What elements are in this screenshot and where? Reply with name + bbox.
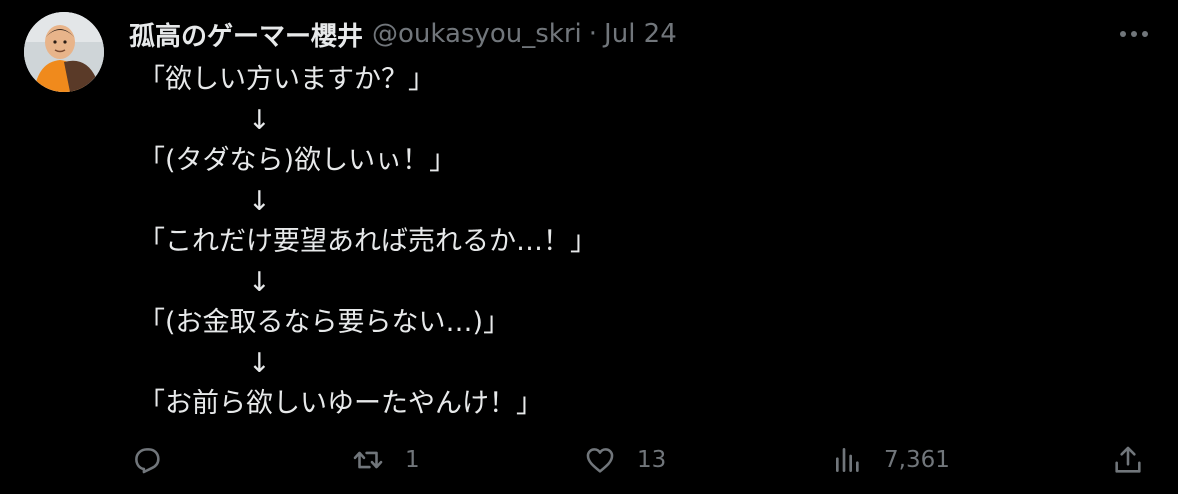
views-count: 7,361: [884, 447, 950, 473]
tweet-timestamp[interactable]: Jul 24: [604, 19, 677, 49]
tweet-line: 「(お金取るなら要らない…)」: [138, 307, 511, 338]
tweet-line-arrow: ↓: [248, 266, 271, 298]
share-icon: [1115, 446, 1141, 473]
retweet-count: 1: [405, 447, 420, 473]
author-display-name[interactable]: 孤高のゲーマー櫻井: [129, 16, 363, 53]
like-count: 13: [637, 447, 667, 473]
views-button[interactable]: 7,361: [832, 440, 950, 480]
tweet-line: 「欲しい方いますか？」: [138, 64, 435, 95]
tweet-header: 孤高のゲーマー櫻井 @oukasyou_skri · Jul 24: [129, 14, 677, 54]
more-horizontal-icon: [1120, 31, 1148, 37]
heart-icon: [586, 448, 614, 473]
avatar[interactable]: [24, 12, 104, 92]
views-icon: [836, 448, 859, 472]
like-button[interactable]: 13: [583, 440, 666, 480]
reply-icon: [135, 448, 160, 474]
tweet-text: 「欲しい方いますか？」 ↓ 「(タダなら)欲しいぃ！」 ↓ 「これだけ要望あれば…: [138, 60, 1138, 425]
tweet-line: 「これだけ要望あれば売れるか…！」: [138, 226, 597, 257]
tweet-line-arrow: ↓: [248, 347, 271, 379]
tweet-line: 「お前ら欲しいゆーたやんけ！」: [138, 388, 543, 419]
more-options-button[interactable]: [1116, 20, 1152, 48]
tweet-line: 「(タダなら)欲しいぃ！」: [138, 145, 457, 176]
retweet-icon: [353, 451, 383, 469]
reply-button[interactable]: [130, 440, 164, 480]
tweet-line-arrow: ↓: [248, 104, 271, 136]
author-handle[interactable]: @oukasyou_skri: [372, 19, 582, 49]
retweet-button[interactable]: 1: [351, 440, 420, 480]
tweet: 孤高のゲーマー櫻井 @oukasyou_skri · Jul 24 「欲しい方い…: [0, 0, 1178, 494]
tweet-line-arrow: ↓: [248, 185, 271, 217]
share-button[interactable]: [1111, 440, 1145, 480]
separator-dot: ·: [588, 19, 598, 49]
avatar-image: [24, 12, 104, 92]
